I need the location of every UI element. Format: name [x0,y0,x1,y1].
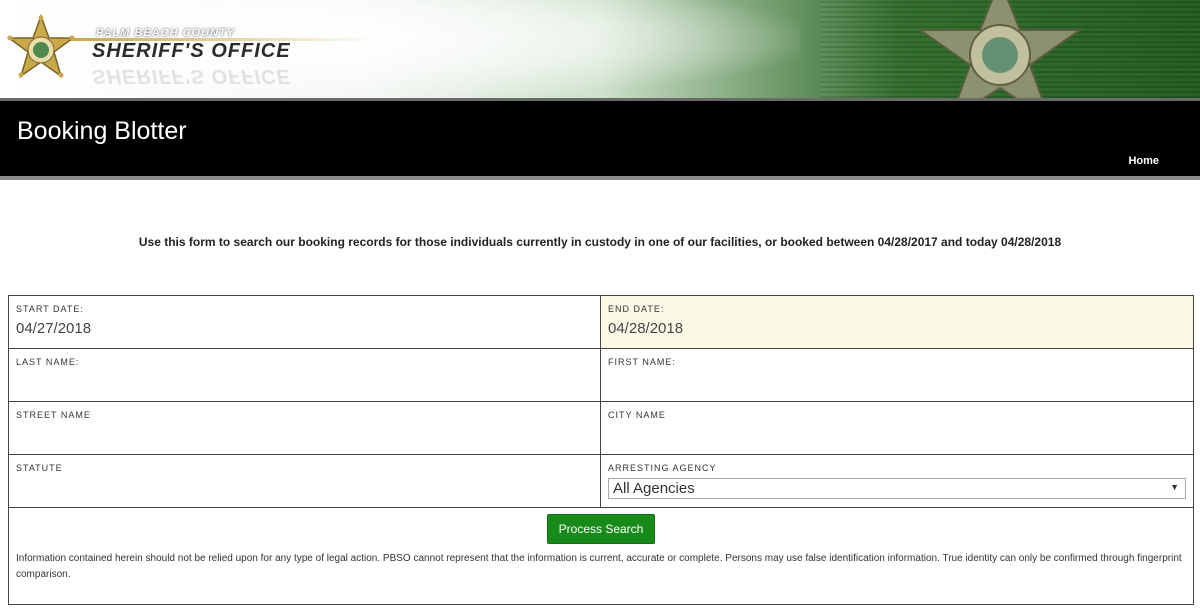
city-name-label: CITY NAME [608,410,666,420]
form-footer: Process Search Information contained her… [9,508,1193,605]
header-banner: PALM BEACH COUNTY SHERIFF'S OFFICE SHERI… [0,0,1200,98]
form-row-dates: START DATE: END DATE: [9,296,1193,349]
disclaimer-text: Information contained herein should not … [16,553,1182,580]
county-name: PALM BEACH COUNTY [96,27,236,39]
first-name-cell: FIRST NAME: [601,349,1193,401]
office-name-reflection: SHERIFF'S OFFICE [92,65,291,87]
office-name: SHERIFF'S OFFICE [92,40,291,62]
end-date-label: END DATE: [608,304,665,314]
first-name-label: FIRST NAME: [608,357,676,367]
arresting-agency-label: ARRESTING AGENCY [608,463,717,473]
start-date-label: START DATE: [16,304,84,314]
first-name-input[interactable] [608,371,1186,391]
street-name-input[interactable] [16,424,593,444]
statute-label: STATUTE [16,463,63,473]
start-date-cell: START DATE: [9,296,601,348]
street-name-cell: STREET NAME [9,402,601,454]
arresting-agency-selected: All Agencies [613,480,695,497]
arresting-agency-select[interactable]: All Agencies ▼ [608,478,1186,499]
intro-text: Use this form to search our booking reco… [138,235,1062,249]
title-bar: Booking Blotter Home [0,98,1200,180]
form-row-names: LAST NAME: FIRST NAME: [9,349,1193,402]
statute-cell: STATUTE [9,455,601,507]
sheriff-star-logo-icon[interactable] [6,14,76,84]
booking-search-form: START DATE: END DATE: LAST NAME: FIRST N… [8,295,1194,605]
last-name-label: LAST NAME: [16,357,80,367]
start-date-input[interactable] [16,318,593,338]
form-row-address: STREET NAME CITY NAME [9,402,1193,455]
city-name-cell: CITY NAME [601,402,1193,454]
arresting-agency-cell: ARRESTING AGENCY All Agencies ▼ [601,455,1193,507]
street-name-label: STREET NAME [16,410,91,420]
sheriff-badge-icon [916,0,1084,98]
end-date-cell: END DATE: [601,296,1193,348]
page-title: Booking Blotter [17,117,187,145]
caret-down-icon: ▼ [1170,482,1179,492]
end-date-input[interactable] [608,318,1186,338]
statute-input[interactable] [16,477,593,497]
form-row-statute-agency: STATUTE ARRESTING AGENCY All Agencies ▼ [9,455,1193,508]
last-name-input[interactable] [16,371,593,391]
process-search-button[interactable]: Process Search [547,514,655,544]
last-name-cell: LAST NAME: [9,349,601,401]
city-name-input[interactable] [608,424,1186,444]
home-link[interactable]: Home [1128,155,1159,167]
